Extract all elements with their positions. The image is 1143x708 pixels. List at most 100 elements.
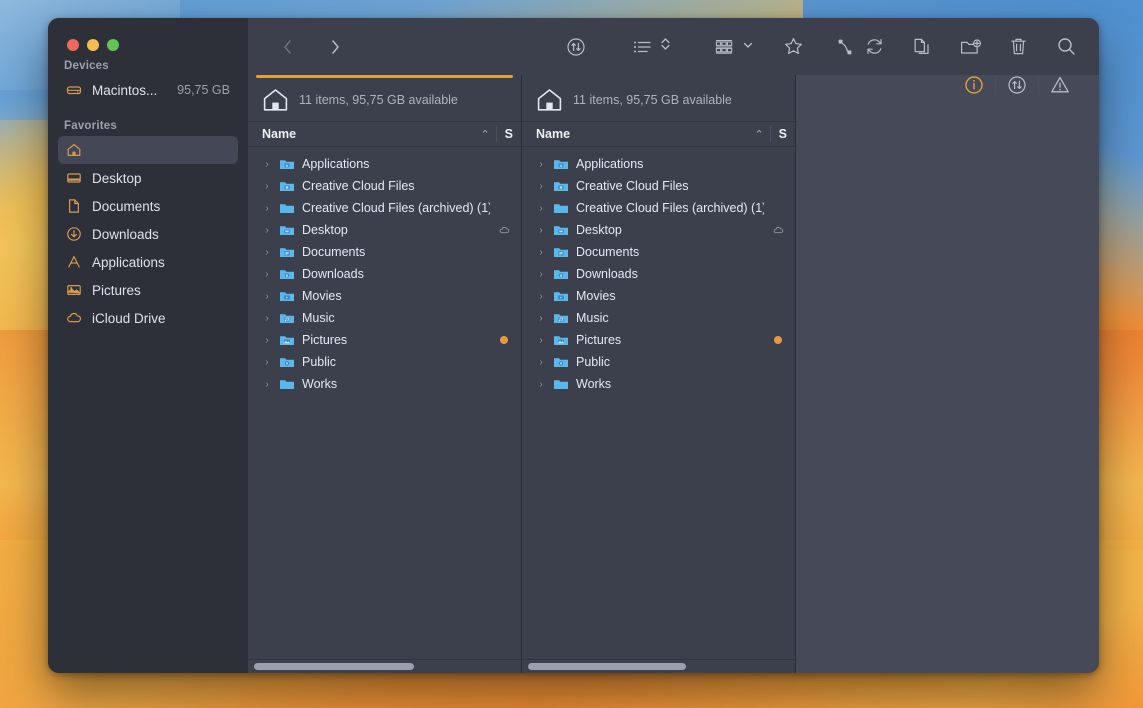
table-row[interactable]: › Works bbox=[522, 373, 795, 395]
scrollbar-thumb[interactable] bbox=[254, 663, 414, 670]
disclosure-icon[interactable]: › bbox=[262, 335, 272, 346]
transfer-status-button[interactable] bbox=[996, 68, 1038, 102]
close-button[interactable] bbox=[67, 39, 79, 51]
preview-pane-empty[interactable] bbox=[796, 75, 1099, 673]
column-size-right[interactable]: S bbox=[779, 127, 787, 141]
column-divider[interactable] bbox=[769, 126, 771, 142]
column-divider[interactable] bbox=[495, 126, 497, 142]
disclosure-icon[interactable]: › bbox=[262, 313, 272, 324]
table-row[interactable]: › Public bbox=[522, 351, 795, 373]
sidebar-item-home[interactable] bbox=[58, 136, 238, 164]
table-row[interactable]: › Creative Cloud Files (archived) (1) bbox=[522, 197, 795, 219]
info-button[interactable] bbox=[953, 68, 995, 102]
window-controls bbox=[67, 39, 119, 51]
table-row[interactable]: › Downloads bbox=[248, 263, 521, 285]
disclosure-icon[interactable]: › bbox=[536, 203, 546, 214]
disclosure-icon[interactable]: › bbox=[536, 357, 546, 368]
disclosure-icon[interactable]: › bbox=[536, 269, 546, 280]
horizontal-scrollbar-right[interactable] bbox=[522, 659, 795, 673]
table-row[interactable]: › Pictures bbox=[248, 329, 521, 351]
folder-documents-icon bbox=[553, 244, 569, 260]
sidebar-item-icloud-drive[interactable]: iCloud Drive bbox=[58, 304, 238, 332]
sidebar-item-applications[interactable]: Applications bbox=[58, 248, 238, 276]
table-row[interactable]: › Music bbox=[522, 307, 795, 329]
column-size-left[interactable]: S bbox=[505, 127, 513, 141]
disclosure-icon[interactable]: › bbox=[262, 159, 272, 170]
table-row[interactable]: › Documents bbox=[248, 241, 521, 263]
new-folder-button[interactable] bbox=[955, 33, 985, 61]
table-row[interactable]: › Downloads bbox=[522, 263, 795, 285]
disclosure-icon[interactable]: › bbox=[262, 269, 272, 280]
trash-button[interactable] bbox=[1003, 33, 1033, 61]
connect-button[interactable] bbox=[832, 33, 859, 61]
table-row[interactable]: › Movies bbox=[248, 285, 521, 307]
disclosure-icon[interactable]: › bbox=[536, 181, 546, 192]
duplicate-button[interactable] bbox=[907, 33, 937, 61]
disclosure-icon[interactable]: › bbox=[536, 247, 546, 258]
disclosure-icon[interactable]: › bbox=[262, 357, 272, 368]
disclosure-icon[interactable]: › bbox=[536, 335, 546, 346]
table-row[interactable]: › Movies bbox=[522, 285, 795, 307]
horizontal-scrollbar-left[interactable] bbox=[248, 659, 521, 673]
disclosure-icon[interactable]: › bbox=[536, 379, 546, 390]
column-name-right[interactable]: Name bbox=[536, 127, 754, 141]
refresh-button[interactable] bbox=[859, 33, 889, 61]
table-row[interactable]: › Public bbox=[248, 351, 521, 373]
disclosure-icon[interactable]: › bbox=[262, 203, 272, 214]
file-name: Downloads bbox=[576, 267, 638, 281]
sort-ascending-icon[interactable]: ⌃ bbox=[480, 128, 489, 141]
table-row[interactable]: › Creative Cloud Files bbox=[522, 175, 795, 197]
sort-ascending-icon[interactable]: ⌃ bbox=[754, 128, 763, 141]
table-row[interactable]: › Applications bbox=[522, 153, 795, 175]
navigation-buttons bbox=[272, 33, 350, 61]
table-row[interactable]: › Creative Cloud Files (archived) (1) bbox=[248, 197, 521, 219]
harddisk-icon bbox=[66, 82, 82, 98]
disclosure-icon[interactable]: › bbox=[536, 291, 546, 302]
favorite-star-button[interactable] bbox=[780, 33, 807, 61]
sidebar-item-downloads[interactable]: Downloads bbox=[58, 220, 238, 248]
folder-music-icon bbox=[279, 310, 295, 326]
table-row[interactable]: › Pictures bbox=[522, 329, 795, 351]
file-list-right[interactable]: › Applications › Creative Cloud Files › Cre… bbox=[522, 147, 795, 659]
disclosure-icon[interactable]: › bbox=[262, 225, 272, 236]
grid-view-button[interactable] bbox=[709, 33, 754, 61]
search-button[interactable] bbox=[1051, 33, 1081, 61]
file-name: Applications bbox=[576, 157, 644, 171]
table-row[interactable]: › Music bbox=[248, 307, 521, 329]
table-row[interactable]: › Desktop bbox=[248, 219, 521, 241]
folder-music-icon bbox=[553, 310, 569, 326]
table-row[interactable]: › Documents bbox=[522, 241, 795, 263]
zoom-button[interactable] bbox=[107, 39, 119, 51]
chevron-down-icon[interactable] bbox=[742, 38, 754, 56]
main-area: 11 items, 95,75 GB available Name ⌃ S › A… bbox=[248, 18, 1099, 673]
list-view-chevron-icon[interactable] bbox=[660, 36, 671, 57]
disclosure-icon[interactable]: › bbox=[536, 159, 546, 170]
disclosure-icon[interactable]: › bbox=[262, 181, 272, 192]
table-row[interactable]: › Applications bbox=[248, 153, 521, 175]
forward-button[interactable] bbox=[320, 33, 350, 61]
list-view-button[interactable] bbox=[627, 33, 671, 61]
sidebar-item-macintosh-hd[interactable]: Macintos... 95,75 GB bbox=[58, 76, 238, 104]
sidebar-item-documents[interactable]: Documents bbox=[58, 192, 238, 220]
transfer-button[interactable] bbox=[562, 33, 589, 61]
warning-button[interactable] bbox=[1039, 68, 1081, 102]
minimize-button[interactable] bbox=[87, 39, 99, 51]
disclosure-icon[interactable]: › bbox=[536, 225, 546, 236]
column-name-left[interactable]: Name bbox=[262, 127, 480, 141]
pane-header-left: 11 items, 95,75 GB available bbox=[248, 78, 521, 121]
disclosure-icon[interactable]: › bbox=[262, 291, 272, 302]
file-name: Creative Cloud Files (archived) (1) bbox=[302, 201, 490, 215]
back-button[interactable] bbox=[272, 33, 302, 61]
table-row[interactable]: › Works bbox=[248, 373, 521, 395]
table-row[interactable]: › Creative Cloud Files bbox=[248, 175, 521, 197]
table-row[interactable]: › Desktop bbox=[522, 219, 795, 241]
scrollbar-thumb[interactable] bbox=[528, 663, 686, 670]
file-name: Downloads bbox=[302, 267, 364, 281]
sidebar-item-desktop[interactable]: Desktop bbox=[58, 164, 238, 192]
file-list-left[interactable]: › Applications › Creative Cloud Files › Cre… bbox=[248, 147, 521, 659]
pane-status-right: 11 items, 95,75 GB available bbox=[573, 92, 732, 107]
disclosure-icon[interactable]: › bbox=[262, 379, 272, 390]
disclosure-icon[interactable]: › bbox=[262, 247, 272, 258]
sidebar-item-pictures[interactable]: Pictures bbox=[58, 276, 238, 304]
disclosure-icon[interactable]: › bbox=[536, 313, 546, 324]
